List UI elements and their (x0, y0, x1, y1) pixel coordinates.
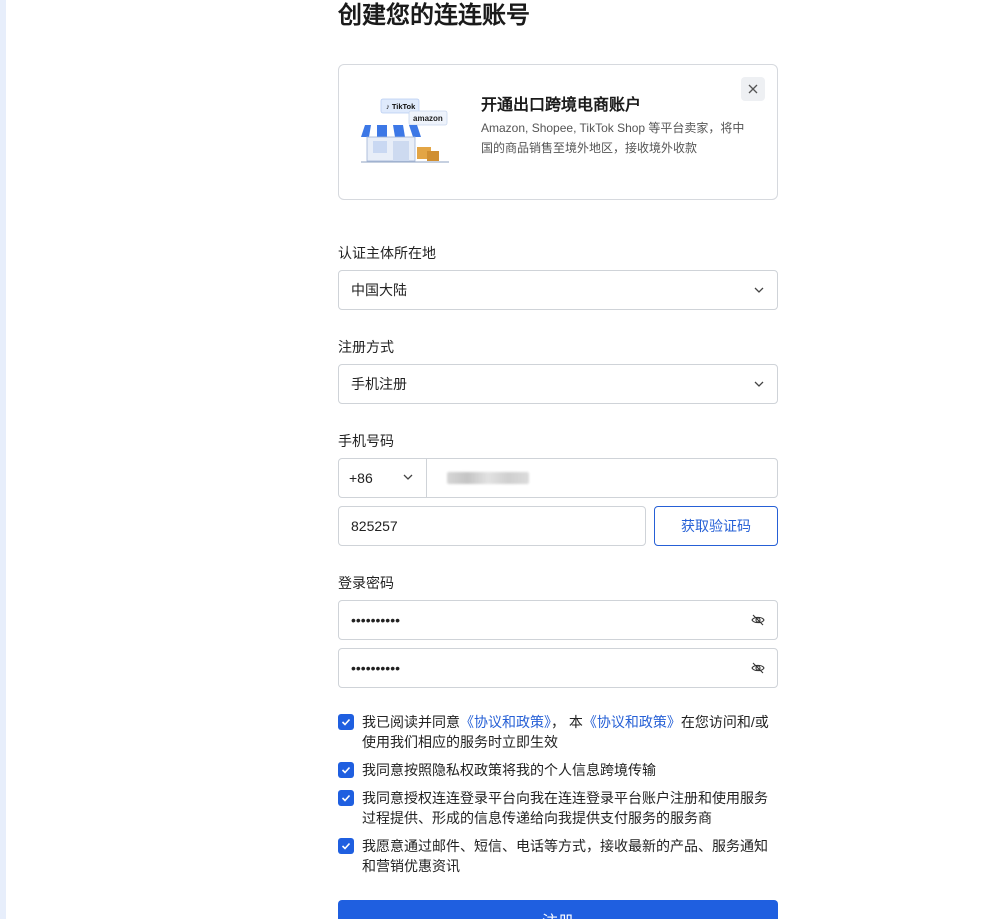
chevron-down-icon (754, 381, 764, 387)
checkmark-icon (341, 794, 351, 802)
country-code-select[interactable]: +86 (339, 459, 427, 497)
password-label: 登录密码 (338, 575, 394, 591)
location-value: 中国大陆 (351, 282, 407, 298)
promo-title: 开通出口跨境电商账户 (481, 97, 642, 114)
policy-link[interactable]: 《协议和政策》 (460, 714, 551, 730)
method-select[interactable]: 手机注册 (338, 364, 778, 404)
country-code-value: +86 (349, 470, 373, 486)
eye-hidden-icon[interactable] (751, 661, 765, 675)
agreement-text: 我同意按照隐私权政策将我的个人信息跨境传输 (362, 762, 656, 778)
svg-text:amazon: amazon (413, 114, 443, 123)
svg-text:♪ TikTok: ♪ TikTok (386, 102, 416, 111)
chevron-down-icon (754, 287, 764, 293)
checkmark-icon (341, 842, 351, 850)
agreement-text-part: ， 本 (551, 714, 583, 730)
get-code-button[interactable]: 获取验证码 (654, 506, 778, 546)
location-select[interactable]: 中国大陆 (338, 270, 778, 310)
agreement-checkbox[interactable] (338, 714, 354, 730)
password-value: •••••••••• (351, 612, 401, 628)
checkmark-icon (341, 718, 351, 726)
redacted-phone-number (447, 472, 529, 484)
phone-label: 手机号码 (338, 433, 394, 449)
location-label: 认证主体所在地 (338, 245, 436, 261)
phone-number-input[interactable] (427, 459, 777, 497)
agreement-checkbox[interactable] (338, 762, 354, 778)
agreement-text-part: 我已阅读并同意 (362, 714, 460, 730)
agreement-row-policy: 我已阅读并同意《协议和政策》， 本《协议和政策》在您访问和/或使用我们相应的服务… (338, 712, 778, 752)
agreement-text: 我愿意通过邮件、短信、电话等方式，接收最新的产品、服务通知和营销优惠资讯 (362, 838, 768, 874)
agreement-row-authorization: 我同意授权连连登录平台向我在连连登录平台账户注册和使用服务过程提供、形成的信息传… (338, 788, 778, 828)
register-button[interactable]: 注册 (338, 900, 778, 919)
storefront-illustration-icon: ♪ TikTok amazon (361, 97, 453, 169)
phone-input-group: +86 (338, 458, 778, 498)
page-title: 创建您的连连账号 (338, 2, 530, 29)
confirm-password-value: •••••••••• (351, 660, 401, 676)
checkmark-icon (341, 766, 351, 774)
confirm-password-input[interactable]: •••••••••• (338, 648, 778, 688)
agreement-row-marketing: 我愿意通过邮件、短信、电话等方式，接收最新的产品、服务通知和营销优惠资讯 (338, 836, 778, 876)
method-value: 手机注册 (351, 376, 407, 392)
close-icon (748, 84, 758, 94)
agreement-row-cross-border: 我同意按照隐私权政策将我的个人信息跨境传输 (338, 760, 778, 780)
method-label: 注册方式 (338, 339, 394, 355)
eye-hidden-icon[interactable] (751, 613, 765, 627)
agreement-checkbox[interactable] (338, 790, 354, 806)
agreement-text: 我同意授权连连登录平台向我在连连登录平台账户注册和使用服务过程提供、形成的信息传… (362, 790, 768, 826)
password-input[interactable]: •••••••••• (338, 600, 778, 640)
agreement-checkbox[interactable] (338, 838, 354, 854)
verification-code-input[interactable]: 825257 (338, 506, 646, 546)
promo-description: Amazon, Shopee, TikTok Shop 等平台卖家，将中国的商品… (481, 121, 745, 155)
agreement-text: 我已阅读并同意《协议和政策》， 本《协议和政策》在您访问和/或使用我们相应的服务… (362, 712, 778, 752)
left-edge-strip (0, 0, 6, 919)
verification-code-value: 825257 (351, 518, 398, 534)
chevron-down-icon (403, 474, 413, 480)
policy-link[interactable]: 《协议和政策》 (583, 714, 681, 730)
promo-card: ♪ TikTok amazon 开通出口跨境电商账户 Amazon, Shope… (338, 64, 778, 200)
close-promo-button[interactable] (741, 77, 765, 101)
